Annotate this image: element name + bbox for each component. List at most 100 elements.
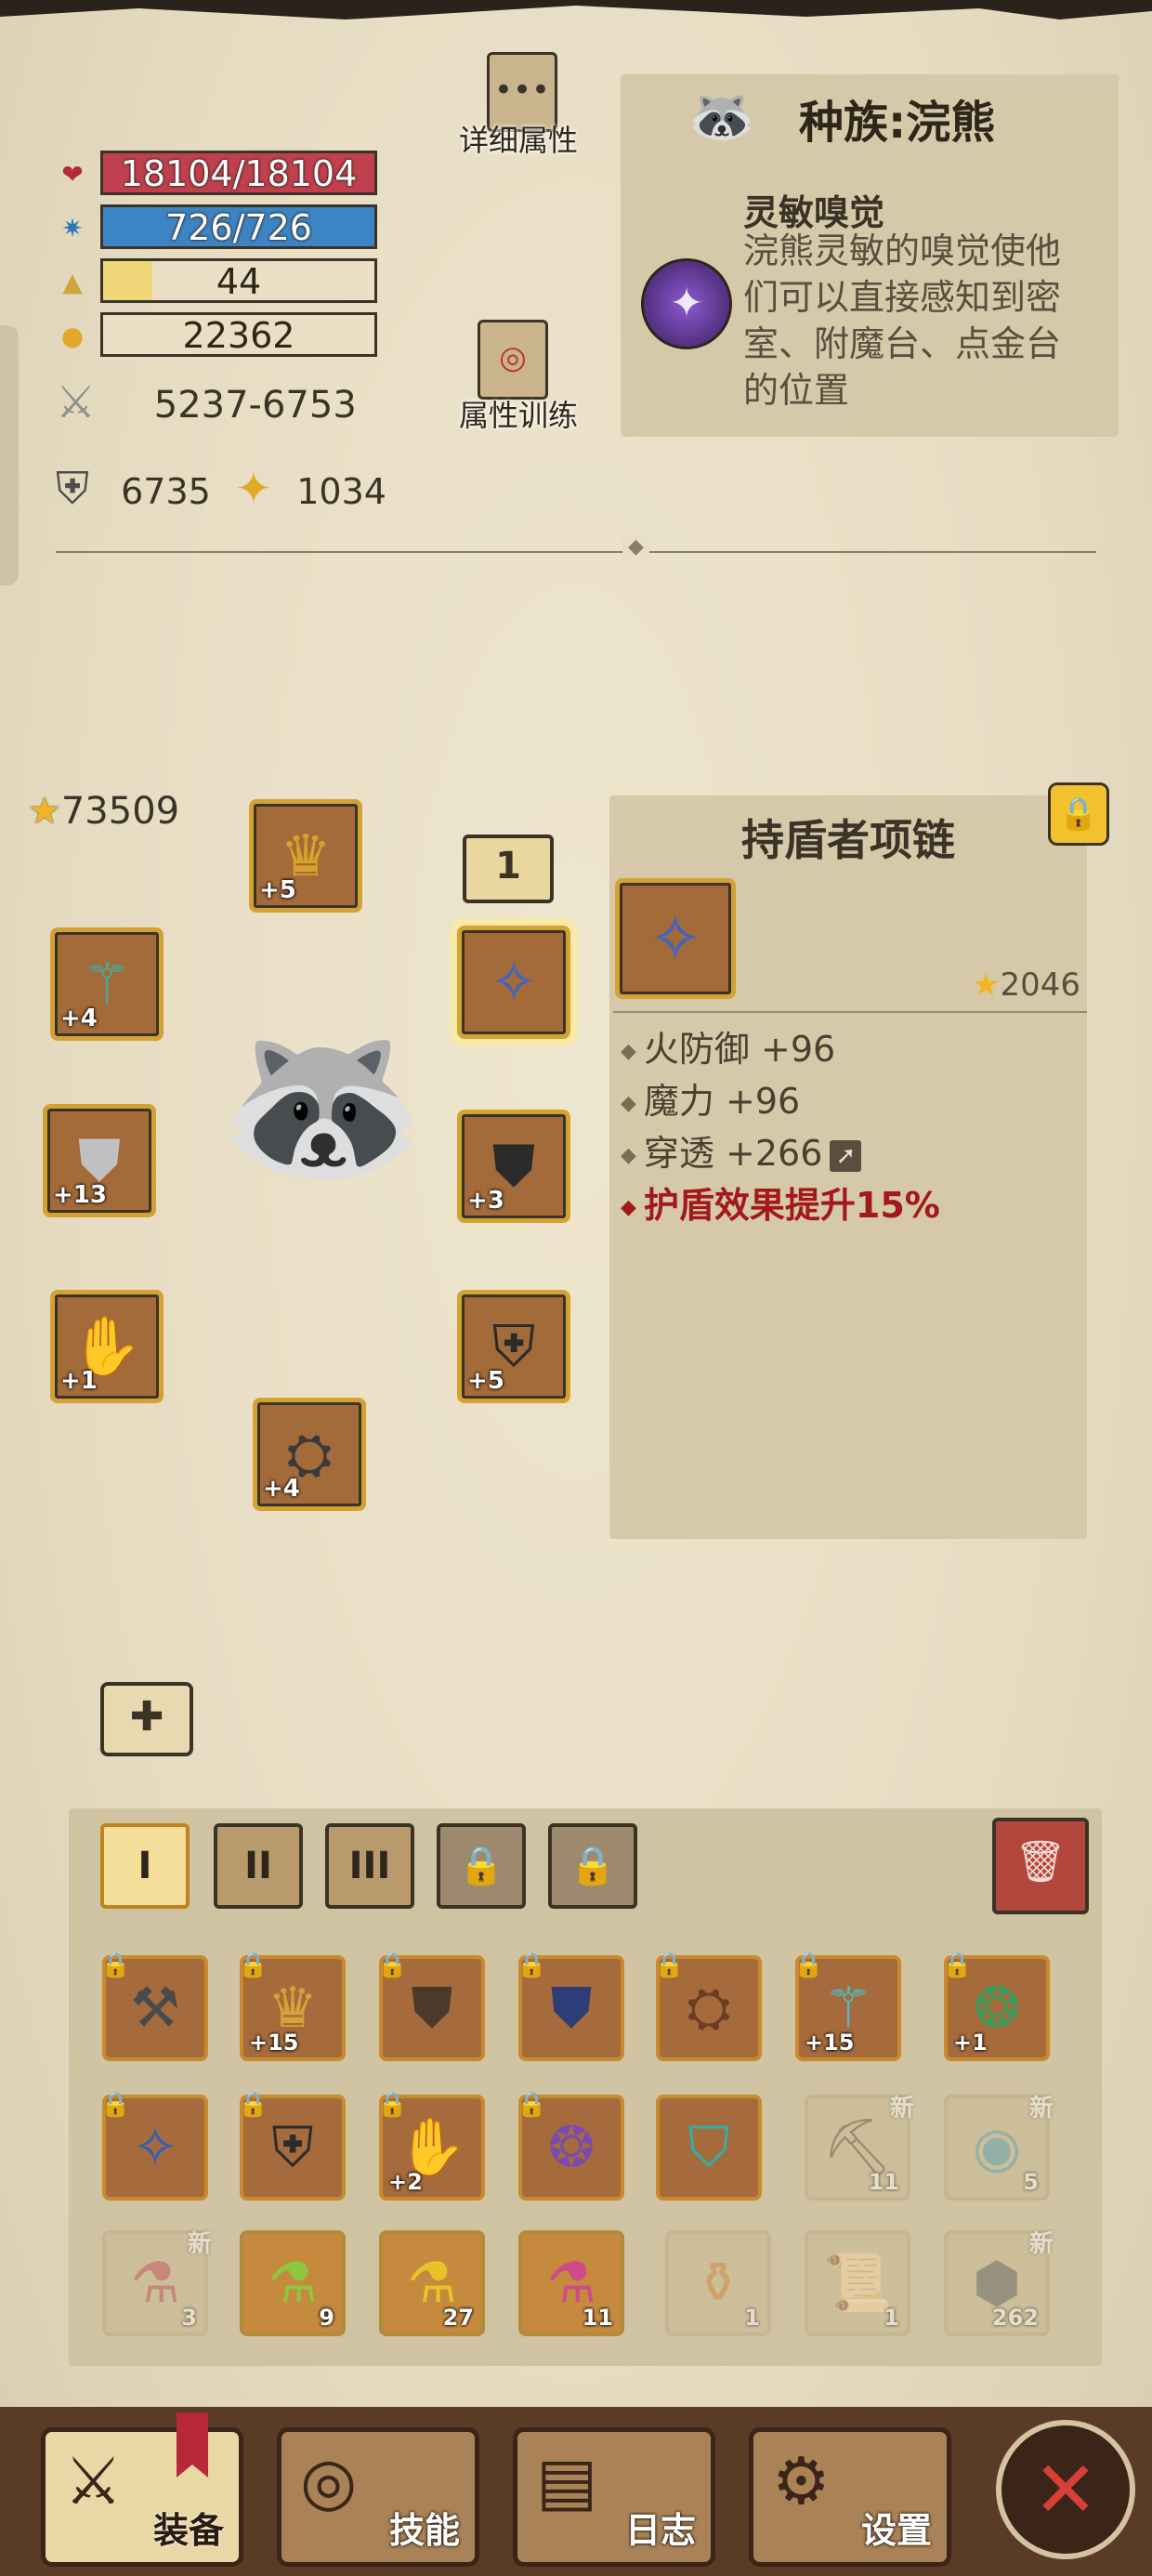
armor-value: 6735 bbox=[121, 471, 211, 512]
trash-button[interactable]: 🗑 bbox=[992, 1818, 1089, 1914]
nav-equipment[interactable]: ⚔ 装备 bbox=[41, 2427, 243, 2567]
inventory-item[interactable]: 🔒 ⚚ +15 bbox=[793, 1952, 901, 2061]
slot-gloves[interactable]: ✋ +1 bbox=[50, 1290, 164, 1403]
close-icon: ✕ bbox=[1032, 2444, 1099, 2535]
raccoon-icon: 🦝 bbox=[687, 85, 756, 148]
bullet-icon: ◆ bbox=[621, 1196, 636, 1219]
inventory-item[interactable]: 新 ⬢ 262 bbox=[944, 2230, 1054, 2336]
side-pull-tab[interactable] bbox=[0, 325, 19, 585]
detail-divider bbox=[613, 1011, 1087, 1013]
hero-portrait-icon: 🦝 bbox=[218, 1008, 427, 1203]
attribute-penetration: ◆ 穿透 +266 ➚ bbox=[621, 1124, 862, 1176]
target-icon: ◎ bbox=[499, 339, 527, 376]
gold-bar: 22362 bbox=[100, 312, 377, 357]
crossed-swords-icon: ⚔ bbox=[56, 376, 97, 428]
slot-belt[interactable]: ⛨ +5 bbox=[457, 1290, 570, 1403]
inventory-item[interactable]: 🔒 ⚒ bbox=[100, 1952, 208, 2061]
inventory-item[interactable]: 🔒 ⛊ bbox=[377, 1952, 485, 2061]
magic-resist-value: 1034 bbox=[296, 471, 386, 512]
gold-row: ● 22362 bbox=[56, 312, 381, 361]
hero-character: 🦝 bbox=[218, 985, 427, 1264]
plus-cross-icon: ✚ bbox=[129, 1693, 164, 1741]
inventory-item[interactable]: 新 ⚗ 3 bbox=[102, 2230, 212, 2336]
total-score: ★73509 bbox=[28, 790, 179, 833]
level-bar: 44 bbox=[100, 258, 377, 303]
item-title: 持盾者项链 bbox=[741, 815, 955, 865]
inventory-item[interactable]: 🔒 ♛ +15 bbox=[238, 1952, 346, 2061]
inventory-item[interactable]: ⚗ 11 bbox=[518, 2230, 624, 2336]
star-icon: ★ bbox=[28, 790, 61, 833]
attack-row: ⚔ 5237-6753 bbox=[56, 376, 357, 428]
attribute-magic: ◆ 魔力 +96 bbox=[621, 1081, 801, 1122]
trait-raccoon-icon[interactable]: ✦ bbox=[641, 258, 732, 349]
hp-bar: 18104/18104 bbox=[100, 151, 377, 195]
dark-armor-icon: ⛨ bbox=[271, 2115, 314, 2180]
nav-settings[interactable]: ⚙ 设置 bbox=[749, 2427, 951, 2567]
inventory-item[interactable]: 🔒 ❂ +1 bbox=[942, 1952, 1050, 2061]
journal-icon: ▤ bbox=[536, 2443, 598, 2519]
slot-level: +1 bbox=[60, 1367, 98, 1395]
inventory-item[interactable]: 🔒 ⛨ bbox=[238, 2091, 346, 2201]
slot-weapon[interactable]: ⚚ +4 bbox=[50, 927, 164, 1041]
inventory-tab-1[interactable]: I bbox=[100, 1823, 190, 1909]
robe-icon: ⛊ bbox=[550, 1976, 593, 2041]
inventory-item[interactable]: 新 ◉ 5 bbox=[944, 2095, 1054, 2201]
slot-boots[interactable]: ⛭ +4 bbox=[253, 1398, 366, 1511]
inventory-tab-locked-1[interactable]: 🔒 bbox=[437, 1823, 526, 1909]
inventory-tab-locked-2[interactable]: 🔒 bbox=[548, 1823, 637, 1909]
nav-log[interactable]: ▤ 日志 bbox=[513, 2427, 715, 2567]
inventory-item[interactable]: ⛉ bbox=[656, 2095, 762, 2201]
slot-level: +5 bbox=[259, 876, 296, 904]
attribute-fire-defense: ◆ 火防御 +96 bbox=[621, 1029, 836, 1070]
inventory-item[interactable]: 📜 1 bbox=[805, 2230, 910, 2336]
inventory-item[interactable]: ⚗ 27 bbox=[379, 2230, 485, 2336]
slot-chest[interactable]: ⛊ +3 bbox=[457, 1110, 570, 1223]
inventory-tab-2[interactable]: II bbox=[214, 1823, 303, 1909]
attribute-training-label: 属性训练 bbox=[459, 398, 579, 433]
slot-necklace[interactable]: ✧ bbox=[457, 926, 570, 1039]
necklace-icon: ✧ bbox=[648, 900, 703, 977]
attribute-special: ◆ 护盾效果提升15% bbox=[621, 1185, 940, 1226]
axe-icon: ⚒ bbox=[130, 1976, 180, 2041]
inventory-item[interactable]: 🔒 ✋ +2 bbox=[377, 2091, 485, 2201]
add-button[interactable]: ✚ bbox=[100, 1682, 193, 1756]
inventory-item[interactable]: ⚗ 9 bbox=[240, 2230, 346, 2336]
bullet-icon: ◆ bbox=[621, 1144, 636, 1167]
inventory-item[interactable]: ⚱ 1 bbox=[665, 2230, 771, 2336]
star-icon: ★ bbox=[972, 966, 1001, 1004]
slot-level: +4 bbox=[60, 1005, 98, 1032]
slot-shoulder[interactable]: ⛊ +13 bbox=[43, 1104, 156, 1217]
inventory-item[interactable]: 🔒 ✧ bbox=[100, 2091, 208, 2201]
inventory-item[interactable]: 🔒 ⛭ bbox=[654, 1952, 762, 2061]
mp-value: 726/726 bbox=[165, 207, 312, 248]
section-divider bbox=[56, 535, 1096, 559]
mp-row: ✷ 726/726 bbox=[56, 204, 381, 253]
item-score: ★2046 bbox=[972, 966, 1080, 1004]
slot-helmet[interactable]: ♛ +5 bbox=[249, 799, 362, 913]
penetration-info-icon[interactable]: ➚ bbox=[830, 1139, 862, 1172]
purple-orb-icon: ❂ bbox=[547, 2115, 596, 2180]
inventory-item[interactable]: 🔒 ❂ bbox=[517, 2091, 624, 2201]
attribute-training-button[interactable]: ◎ bbox=[478, 320, 548, 400]
nav-skills[interactable]: ◎ 技能 bbox=[277, 2427, 479, 2567]
mp-bar: 726/726 bbox=[100, 204, 377, 249]
inventory-item[interactable]: 🔒 ⛊ bbox=[517, 1952, 624, 2061]
slot-level: +5 bbox=[467, 1367, 504, 1395]
lock-icon: 🔒 bbox=[569, 1845, 616, 1887]
set-number-badge[interactable]: 1 bbox=[463, 835, 554, 903]
defense-row: ⛨ 6735 ✦ 1034 bbox=[56, 463, 386, 516]
mana-icon: ✷ bbox=[61, 213, 84, 243]
lock-icon[interactable]: 🔒 bbox=[1048, 782, 1109, 846]
inventory-item[interactable]: 新 ⛏ 11 bbox=[805, 2095, 914, 2201]
attack-value: 5237-6753 bbox=[153, 384, 357, 427]
lock-icon: 🔒 bbox=[458, 1845, 504, 1887]
race-title: 种族:浣熊 bbox=[799, 97, 996, 149]
trait-description: 浣熊灵敏的嗅觉使他们可以直接感知到密室、附魔台、点金台的位置 bbox=[743, 230, 1062, 411]
bullet-icon: ◆ bbox=[621, 1040, 636, 1063]
gold-value: 22362 bbox=[182, 315, 295, 356]
hp-row: ❤ 18104/18104 bbox=[56, 151, 381, 199]
inventory-tab-3[interactable]: III bbox=[325, 1823, 414, 1909]
level-value: 44 bbox=[216, 261, 262, 302]
magic-resist-icon: ✦ bbox=[234, 463, 273, 515]
close-button[interactable]: ✕ bbox=[996, 2420, 1135, 2559]
